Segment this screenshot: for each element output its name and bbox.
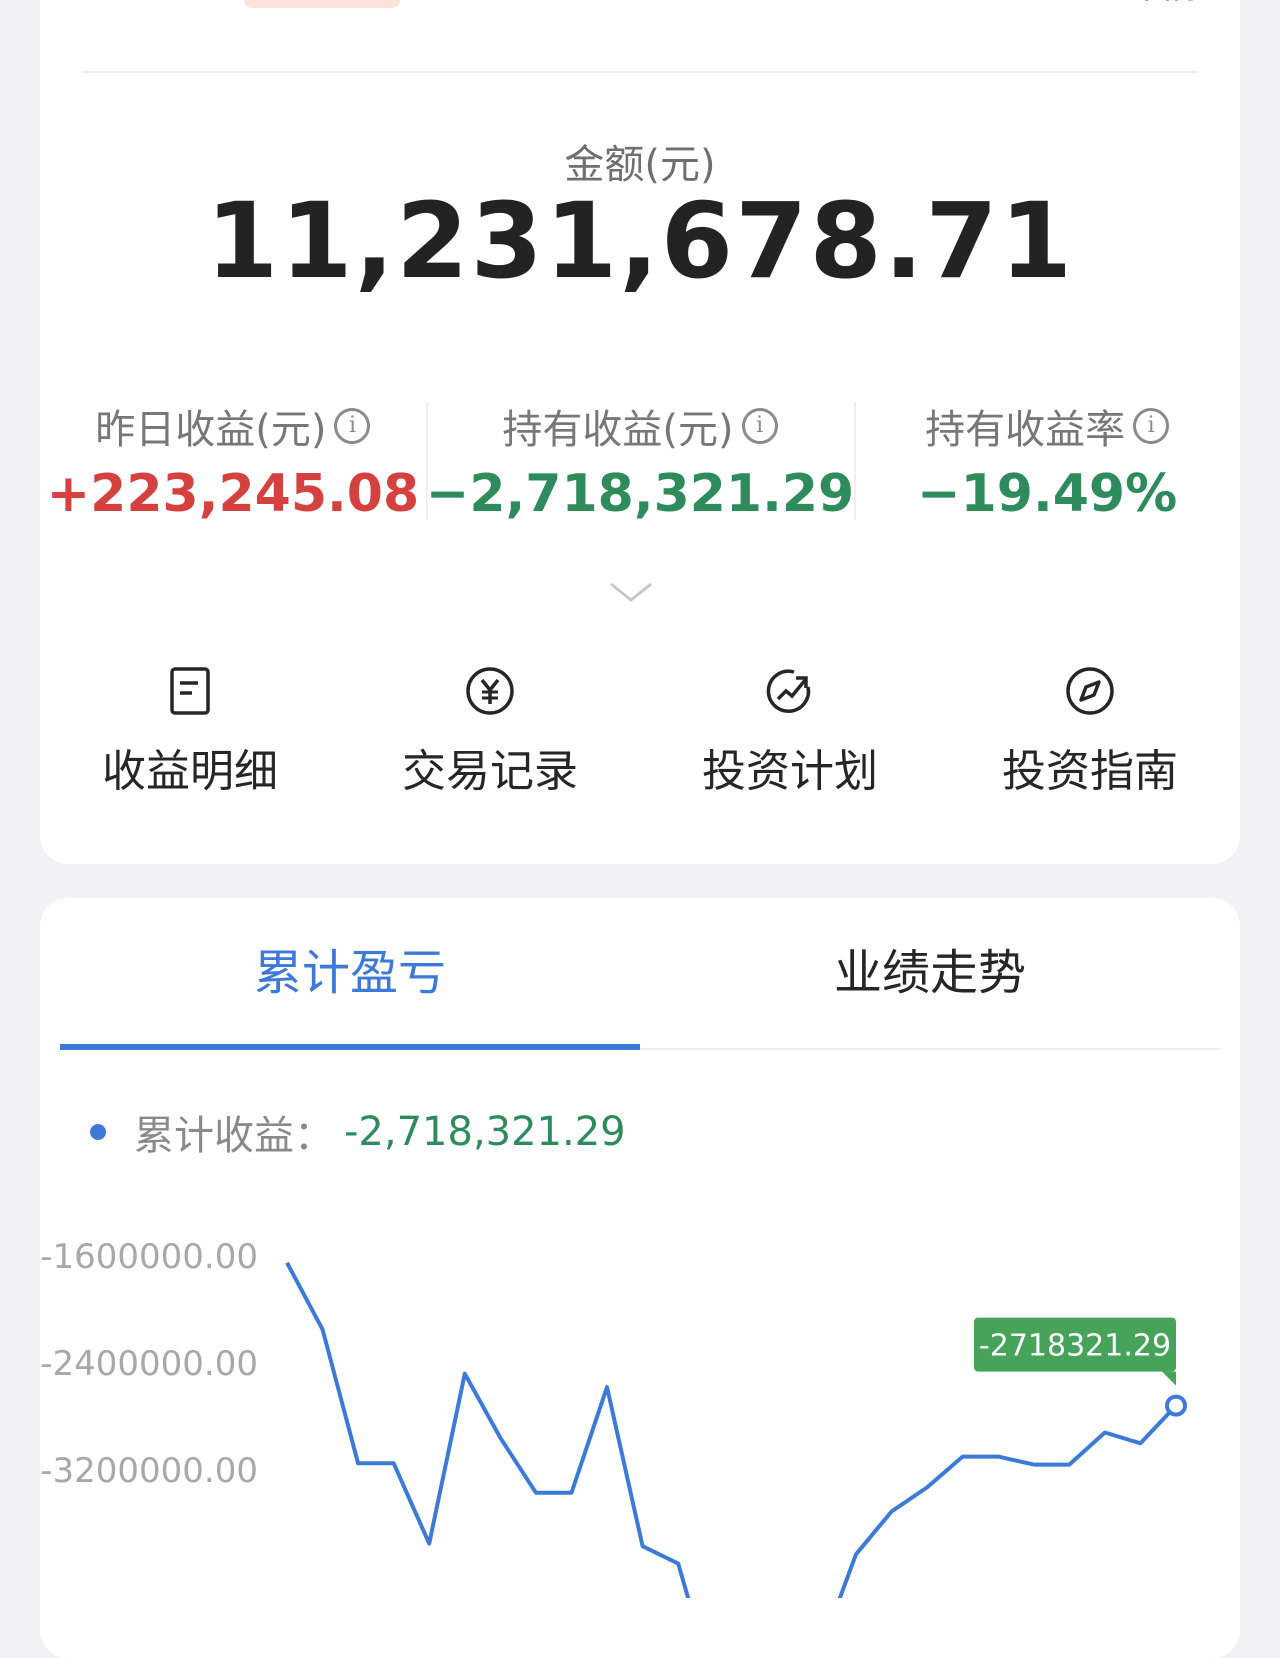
stat-value: +223,245.08 bbox=[46, 464, 420, 524]
current-point-marker bbox=[1165, 1394, 1187, 1417]
asset-summary-card: 详情 金额(元) 11,231,678.71 昨日收益(元)i +223,245… bbox=[40, 0, 1240, 864]
stat-holding-earnings: 持有收益(元) i −2,718,321.29 bbox=[425, 400, 855, 530]
stats-row: 昨日收益(元) i +223,245.08 持有收益(元) i −2,718,321… bbox=[40, 400, 1240, 530]
tooltip-pointer bbox=[1162, 1371, 1176, 1386]
stat-value: −2,718,321.29 bbox=[425, 464, 855, 524]
chart-tabs: 累计盈亏 业绩走势 bbox=[60, 898, 1220, 1050]
info-icon[interactable]: i bbox=[334, 408, 371, 444]
quick-action-investment-plan[interactable]: 投资计划 bbox=[640, 665, 940, 805]
tag-badge bbox=[244, 0, 400, 8]
quick-action-earnings-detail[interactable]: 收益明细 bbox=[40, 665, 340, 805]
quick-action-label: 交易记录 bbox=[402, 746, 578, 797]
quick-actions: 收益明细 交易记录 投资计划 投资指南 bbox=[40, 665, 1240, 805]
legend-label: 累计收益： bbox=[134, 1113, 334, 1159]
quick-action-label: 收益明细 bbox=[102, 746, 278, 797]
stat-label: 昨日收益(元) bbox=[95, 407, 327, 453]
quick-action-transactions[interactable]: 交易记录 bbox=[340, 665, 640, 805]
quick-action-label: 投资计划 bbox=[702, 746, 878, 797]
chevron-down-icon[interactable] bbox=[608, 580, 654, 604]
legend-value: -2,718,321.29 bbox=[344, 1109, 626, 1155]
y-tick-label: -1600000.00 bbox=[40, 1237, 258, 1277]
y-tick-label: -2400000.00 bbox=[40, 1344, 258, 1384]
legend-dot bbox=[90, 1124, 106, 1140]
series-line bbox=[285, 1261, 1178, 1598]
amount-value: 11,231,678.71 bbox=[205, 180, 1075, 302]
stat-value: −19.49% bbox=[917, 464, 1178, 524]
info-icon[interactable]: i bbox=[1133, 408, 1170, 444]
info-icon[interactable]: i bbox=[741, 408, 778, 444]
quick-action-label: 投资指南 bbox=[1002, 746, 1178, 797]
stat-yesterday-earnings: 昨日收益(元) i +223,245.08 bbox=[40, 400, 426, 530]
quick-action-investment-guide[interactable]: 投资指南 bbox=[940, 665, 1240, 805]
compass-icon bbox=[1066, 667, 1114, 715]
yen-circle-icon bbox=[466, 667, 514, 715]
chart-card: 累计盈亏 业绩走势 累计收益： -2,718,321.29 -1600000.0… bbox=[40, 898, 1240, 1658]
header-link[interactable]: 详情 bbox=[1100, 0, 1200, 8]
tab-cumulative-pnl[interactable]: 累计盈亏 bbox=[60, 898, 640, 1050]
stat-label: 持有收益(元) bbox=[502, 407, 734, 453]
cumulative-pnl-chart[interactable]: -1600000.00 -2400000.00 -3200000.00 -271832… bbox=[40, 1198, 1240, 1598]
divider bbox=[82, 71, 1198, 73]
document-icon bbox=[170, 667, 210, 715]
chart-legend: 累计收益： -2,718,321.29 bbox=[90, 1103, 626, 1161]
stat-holding-rate: 持有收益率 i −19.49% bbox=[854, 400, 1240, 530]
stat-label: 持有收益率 bbox=[925, 407, 1126, 453]
tab-performance-trend[interactable]: 业绩走势 bbox=[640, 898, 1220, 1048]
tooltip-value: -2718321.29 bbox=[979, 1329, 1171, 1364]
y-tick-label: -3200000.00 bbox=[40, 1451, 258, 1491]
trend-up-icon bbox=[766, 669, 811, 713]
